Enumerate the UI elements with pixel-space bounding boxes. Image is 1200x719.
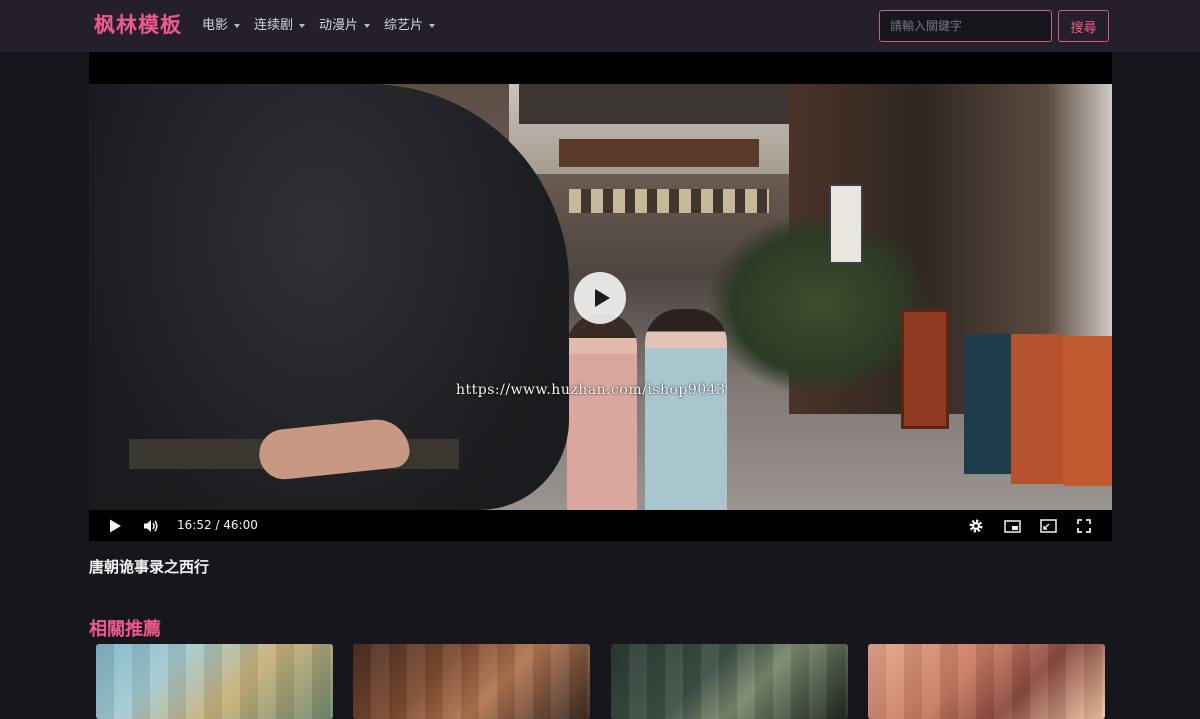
fullscreen-icon[interactable] xyxy=(1072,514,1096,538)
recommend-poster[interactable] xyxy=(611,644,848,719)
picture-in-picture-icon[interactable] xyxy=(1000,514,1024,538)
recommend-section-title: 相關推薦 xyxy=(89,619,161,640)
video-frame[interactable]: https://www.huzhan.com/ishop9043 xyxy=(89,84,1112,510)
video-scene-figure xyxy=(567,314,637,510)
video-scene-banner xyxy=(829,184,863,264)
recommend-grid xyxy=(96,644,1106,719)
nav-item-variety[interactable]: 综艺片 xyxy=(384,15,436,37)
play-circle-icon[interactable] xyxy=(574,272,626,324)
play-icon[interactable] xyxy=(103,514,127,538)
nav-item-series[interactable]: 连续剧 xyxy=(254,15,306,37)
time-display: 16:52 / 46:00 xyxy=(177,518,258,532)
player-controls: 16:52 / 46:00 xyxy=(89,510,1112,541)
caret-down-icon xyxy=(429,24,436,28)
volume-icon[interactable] xyxy=(139,514,163,538)
video-scene-lanterns xyxy=(569,189,769,213)
video-title: 唐朝诡事录之西行 xyxy=(89,558,210,576)
site-logo[interactable]: 枫林模板 xyxy=(94,10,182,40)
video-scene-figure xyxy=(645,309,727,510)
nav-item-label: 连续剧 xyxy=(254,18,294,33)
video-scene-gate-sign xyxy=(559,139,759,167)
caret-down-icon xyxy=(299,24,306,28)
top-navbar: 枫林模板 电影 连续剧 动漫片 综艺片 搜尋 xyxy=(0,0,1200,52)
caret-down-icon xyxy=(364,24,371,28)
video-scene-cloth xyxy=(964,334,1012,474)
video-scene-tree xyxy=(709,214,929,394)
nav-item-label: 综艺片 xyxy=(384,18,424,33)
web-fullscreen-icon[interactable] xyxy=(1036,514,1060,538)
recommend-poster[interactable] xyxy=(868,644,1105,719)
nav-item-movies[interactable]: 电影 xyxy=(202,15,241,37)
recommend-poster[interactable] xyxy=(353,644,590,719)
video-player[interactable]: https://www.huzhan.com/ishop9043 16:52 /… xyxy=(89,52,1112,541)
video-watermark: https://www.huzhan.com/ishop9043 xyxy=(456,382,726,398)
recommend-poster[interactable] xyxy=(96,644,333,719)
video-scene-shop-sign xyxy=(901,309,949,429)
search-input[interactable] xyxy=(879,10,1052,42)
nav-item-label: 动漫片 xyxy=(319,18,359,33)
caret-down-icon xyxy=(234,24,241,28)
search-button[interactable]: 搜尋 xyxy=(1058,10,1109,42)
nav-item-label: 电影 xyxy=(202,18,229,33)
main-nav: 电影 连续剧 动漫片 综艺片 xyxy=(202,15,449,37)
video-scene-cloth xyxy=(1011,334,1063,484)
gear-icon[interactable] xyxy=(964,514,988,538)
nav-item-anime[interactable]: 动漫片 xyxy=(319,15,371,37)
video-scene-cloth xyxy=(1063,336,1112,486)
